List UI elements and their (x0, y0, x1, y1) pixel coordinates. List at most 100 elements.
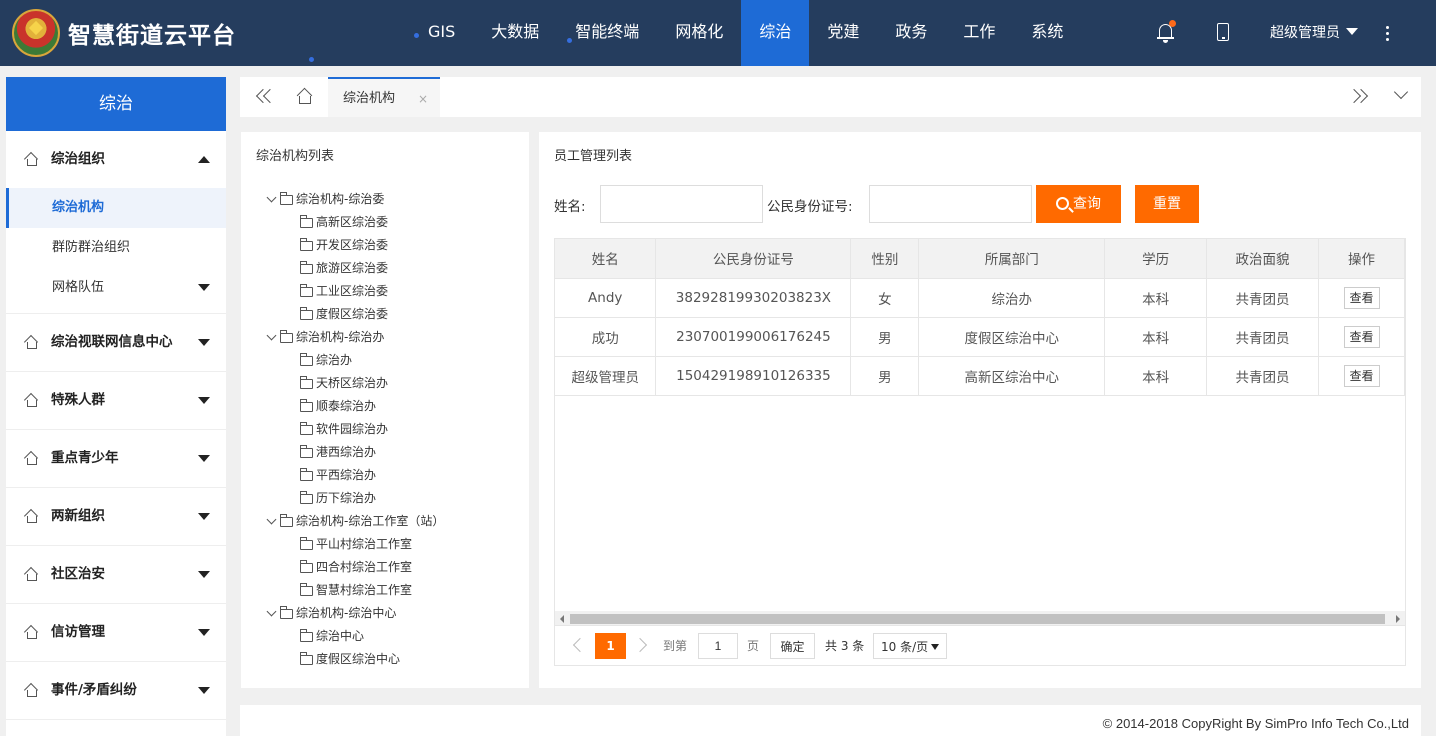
view-button[interactable]: 查看 (1343, 286, 1380, 309)
sidebar-group-title[interactable]: 重点青少年 (6, 430, 226, 487)
table-row[interactable]: 超级管理员 150429198910126335 男高新区综治中心 本科 共青团员 查看 (555, 356, 1405, 396)
table-row[interactable]: 成功 230700199006176245 男度假区综治中心 本科 共青团员 查看 (555, 317, 1405, 357)
tree-node-child[interactable]: 旅游区综治委 (266, 257, 444, 280)
tree-toggle-chevron-icon[interactable] (266, 514, 277, 525)
prev-page-icon[interactable] (572, 637, 588, 653)
sidebar-item[interactable]: 综治机构 (6, 188, 226, 228)
next-page-icon[interactable] (632, 637, 648, 653)
folder-icon (300, 399, 313, 412)
folder-icon (300, 376, 313, 389)
scrollbar-thumb[interactable] (570, 614, 1385, 624)
tree-toggle-chevron-icon[interactable] (266, 606, 277, 617)
goto-page-input[interactable] (698, 633, 738, 659)
tree-node-child[interactable]: 度假区综治委 (266, 303, 444, 326)
nav-item-8[interactable]: 系统 (1013, 0, 1081, 66)
tree-node-label: 综治机构-综治办 (296, 330, 385, 344)
table-cell: 女 (850, 278, 920, 318)
nav-item-6[interactable]: 政务 (877, 0, 945, 66)
column-header: 政治面貌 (1206, 239, 1320, 279)
reset-button[interactable]: 重置 (1135, 185, 1199, 223)
nav-item-3[interactable]: 网格化 (657, 0, 741, 66)
tree-node-child[interactable]: 高新区综治委 (266, 211, 444, 234)
sidebar-group: 综治组织综治机构群防群治组织 网格队伍 (6, 131, 226, 314)
sidebar-group-label: 综治组织 (51, 151, 105, 167)
scroll-left-arrow-icon[interactable] (560, 615, 564, 623)
sidebar-group-label: 信访管理 (51, 624, 105, 640)
tree-node-parent[interactable]: 综治机构-综治工作室（站） (266, 510, 444, 533)
tree-node-child[interactable]: 历下综治办 (266, 487, 444, 510)
tree-node-child[interactable]: 平山村综治工作室 (266, 533, 444, 556)
sidebar-group-title[interactable]: 综治组织 (6, 131, 226, 188)
tree-node-child[interactable]: 平西综治办 (266, 464, 444, 487)
nav-item-4[interactable]: 综治 (741, 0, 810, 66)
tree-panel-title: 综治机构列表 (256, 149, 335, 164)
tree-node-child[interactable]: 综治办 (266, 349, 444, 372)
folder-icon (280, 192, 293, 205)
scroll-tabs-right-button[interactable] (1341, 77, 1381, 117)
user-name: 超级管理员 (1270, 25, 1340, 41)
folder-icon (280, 514, 293, 527)
tree-node-label: 历下综治办 (316, 491, 377, 505)
folder-icon (300, 284, 313, 297)
tree-node-child[interactable]: 工业区综治委 (266, 280, 444, 303)
name-input[interactable] (600, 185, 763, 223)
nav-item-0[interactable]: GIS (410, 0, 473, 66)
tree-node-parent[interactable]: 综治机构-综治中心 (266, 602, 444, 625)
sidebar-item-label: 综治机构 (52, 200, 105, 215)
id-number-input[interactable] (869, 185, 1032, 223)
sidebar-group-title[interactable]: 两新组织 (6, 488, 226, 545)
tree-node-parent[interactable]: 综治机构-综治办 (266, 326, 444, 349)
home-tab-icon[interactable] (285, 77, 325, 117)
table-cell: 共青团员 (1206, 317, 1320, 357)
current-page-button[interactable]: 1 (595, 633, 626, 659)
tree-node-child[interactable]: 综治中心 (266, 625, 444, 648)
national-emblem-logo (12, 9, 60, 57)
sidebar-item[interactable]: 群防群治组织 (6, 228, 226, 268)
tree-node-child[interactable]: 开发区综治委 (266, 234, 444, 257)
tree-node-parent[interactable]: 综治机构-综治委 (266, 188, 444, 211)
sidebar-group-title[interactable]: 综治视联网信息中心 (6, 314, 226, 371)
tab-options-chevron-icon[interactable] (1381, 77, 1421, 117)
sidebar-group-label: 重点青少年 (51, 450, 119, 466)
tree-node-child[interactable]: 智慧村综治工作室 (266, 579, 444, 602)
sidebar-group-title[interactable]: 特殊人群 (6, 372, 226, 429)
view-button[interactable]: 查看 (1343, 364, 1380, 387)
mobile-icon[interactable] (1213, 22, 1235, 44)
nav-item-7[interactable]: 工作 (945, 0, 1013, 66)
tree-node-child[interactable]: 软件园综治办 (266, 418, 444, 441)
tree-toggle-chevron-icon[interactable] (266, 330, 277, 341)
bell-icon[interactable] (1155, 20, 1177, 44)
tree-node-child[interactable]: 天桥区综治办 (266, 372, 444, 395)
tree-node-child[interactable]: 顺泰综治办 (266, 395, 444, 418)
scroll-tabs-left-button[interactable] (242, 77, 282, 117)
home-icon (23, 566, 39, 582)
page-size-select[interactable]: 10 条/页 (873, 633, 947, 659)
sidebar-item[interactable]: 网格队伍 (6, 268, 226, 308)
tree-node-child[interactable]: 港西综治办 (266, 441, 444, 464)
tree-node-child[interactable]: 四合村综治工作室 (266, 556, 444, 579)
nav-item-2[interactable]: 智能终端 (557, 0, 657, 66)
confirm-page-button[interactable]: 确定 (770, 633, 815, 659)
more-vertical-icon[interactable] (1382, 24, 1394, 42)
tree-toggle-chevron-icon[interactable] (266, 192, 277, 203)
folder-icon (300, 307, 313, 320)
sidebar-group-title[interactable]: 社区治安 (6, 546, 226, 603)
tree-node-label: 智慧村综治工作室 (316, 583, 413, 597)
table-row[interactable]: Andy 38292819930203823X 女综治办 本科 共青团员 查看 (555, 278, 1405, 318)
tree-node-label: 综治办 (316, 353, 353, 367)
scroll-right-arrow-icon[interactable] (1396, 615, 1400, 623)
nav-item-1[interactable]: 大数据 (473, 0, 557, 66)
nav-item-5[interactable]: 党建 (809, 0, 877, 66)
expand-triangle-icon (198, 455, 210, 462)
horizontal-scrollbar[interactable] (555, 611, 1405, 625)
staff-table: 姓名 公民身份证号 性别 所属部门 学历 政治面貌 操作 Andy 3829281993020… (555, 239, 1405, 396)
sidebar-group-title[interactable]: 事件/矛盾纠纷 (6, 662, 226, 719)
view-button[interactable]: 查看 (1343, 325, 1380, 348)
close-tab-icon[interactable]: × (418, 79, 428, 119)
tree-node-child[interactable]: 度假区综治中心 (266, 648, 444, 671)
name-label: 姓名: (554, 199, 586, 215)
user-menu[interactable]: 超级管理员 (1270, 22, 1358, 42)
sidebar-group-title[interactable]: 信访管理 (6, 604, 226, 661)
tab-zongzhi-jigou[interactable]: 综治机构 × (328, 77, 440, 117)
query-button[interactable]: 查询 (1036, 185, 1121, 223)
